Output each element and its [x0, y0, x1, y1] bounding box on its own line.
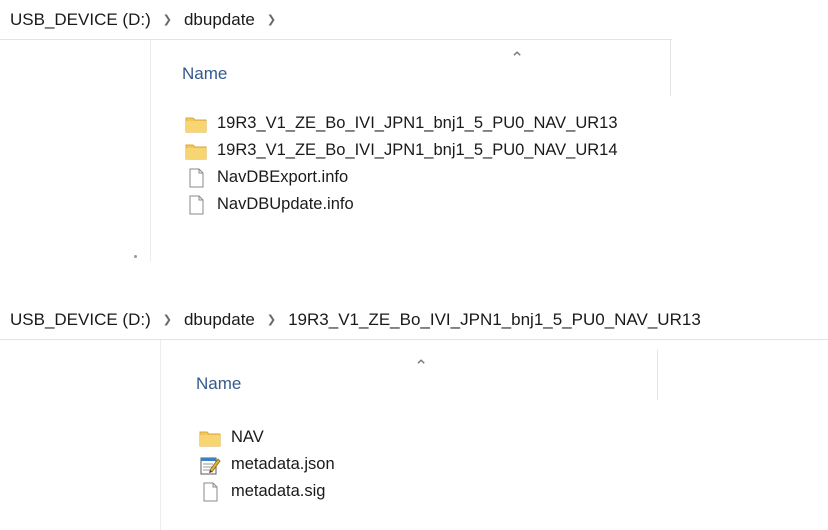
explorer-window-dbupdate: USB_DEVICE (D:) ❯ dbupdate ❯ ⌃ Name 19R3… — [0, 0, 828, 262]
item-name: NavDBExport.info — [217, 168, 349, 186]
list-item-folder-nav[interactable]: NAV — [199, 424, 335, 451]
notepad-file-icon — [199, 455, 221, 475]
file-icon — [199, 482, 221, 502]
chevron-right-icon[interactable]: ❯ — [267, 13, 276, 26]
folder-icon — [185, 114, 207, 134]
navigation-pane-border — [160, 340, 161, 530]
list-item-navdbexport[interactable]: NavDBExport.info — [185, 164, 618, 191]
caret-up-icon: ⌃ — [414, 357, 429, 376]
chevron-right-icon[interactable]: ❯ — [267, 313, 276, 326]
breadcrumb-usb-device[interactable]: USB_DEVICE (D:) — [8, 310, 153, 330]
item-name: metadata.sig — [231, 482, 326, 500]
file-list: NAV metadata.json metadata.sig — [199, 424, 335, 505]
breadcrumb-dbupdate[interactable]: dbupdate — [182, 10, 257, 30]
list-item-folder-ur14[interactable]: 19R3_V1_ZE_Bo_IVI_JPN1_bnj1_5_PU0_NAV_UR… — [185, 137, 618, 164]
list-item-navdbupdate[interactable]: NavDBUpdate.info — [185, 191, 618, 218]
name-column-header[interactable]: Name — [182, 64, 227, 84]
item-name: metadata.json — [231, 455, 335, 473]
caret-up-icon: ⌃ — [510, 49, 525, 68]
column-divider[interactable] — [670, 40, 671, 96]
explorer-window-ur13: USB_DEVICE (D:) ❯ dbupdate ❯ 19R3_V1_ZE_… — [0, 300, 828, 530]
chevron-right-icon[interactable]: ❯ — [163, 313, 172, 326]
list-item-metadata-json[interactable]: metadata.json — [199, 451, 335, 478]
scroll-marker — [134, 255, 137, 258]
address-bar[interactable]: USB_DEVICE (D:) ❯ dbupdate ❯ 19R3_V1_ZE_… — [0, 300, 828, 340]
list-item-metadata-sig[interactable]: metadata.sig — [199, 478, 335, 505]
item-name: 19R3_V1_ZE_Bo_IVI_JPN1_bnj1_5_PU0_NAV_UR… — [217, 114, 618, 132]
item-name: NAV — [231, 428, 264, 446]
breadcrumb-ur13[interactable]: 19R3_V1_ZE_Bo_IVI_JPN1_bnj1_5_PU0_NAV_UR… — [286, 310, 703, 330]
address-bar[interactable]: USB_DEVICE (D:) ❯ dbupdate ❯ — [0, 0, 672, 40]
file-list: 19R3_V1_ZE_Bo_IVI_JPN1_bnj1_5_PU0_NAV_UR… — [185, 110, 618, 218]
navigation-pane-border — [150, 40, 151, 262]
list-item-folder-ur13[interactable]: 19R3_V1_ZE_Bo_IVI_JPN1_bnj1_5_PU0_NAV_UR… — [185, 110, 618, 137]
chevron-right-icon[interactable]: ❯ — [163, 13, 172, 26]
column-divider[interactable] — [657, 350, 658, 400]
file-icon — [185, 195, 207, 215]
item-name: NavDBUpdate.info — [217, 195, 354, 213]
item-name: 19R3_V1_ZE_Bo_IVI_JPN1_bnj1_5_PU0_NAV_UR… — [217, 141, 618, 159]
folder-icon — [199, 428, 221, 448]
file-icon — [185, 168, 207, 188]
breadcrumb-dbupdate[interactable]: dbupdate — [182, 310, 257, 330]
breadcrumb-usb-device[interactable]: USB_DEVICE (D:) — [8, 10, 153, 30]
folder-icon — [185, 141, 207, 161]
name-column-header[interactable]: Name — [196, 374, 241, 394]
